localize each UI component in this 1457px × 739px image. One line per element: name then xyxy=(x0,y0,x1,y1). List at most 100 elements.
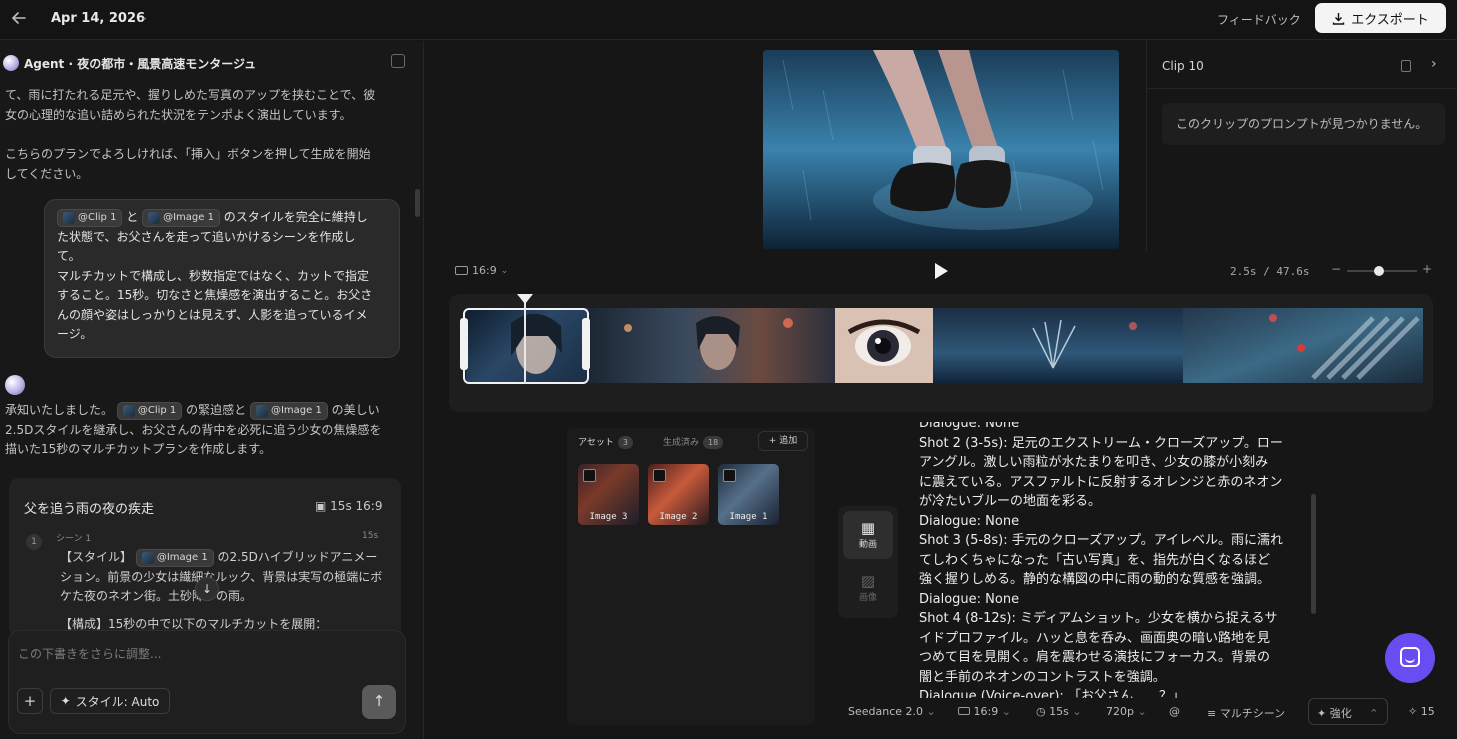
agent-orb-icon xyxy=(5,375,25,395)
play-button[interactable] xyxy=(933,262,949,280)
download-icon xyxy=(1332,12,1345,25)
agent-message: て、雨に打たれる足元や、握りしめた写真のアップを挟むことで、彼 女の心理的な追い… xyxy=(5,88,376,122)
scrollbar[interactable] xyxy=(415,189,420,217)
aspect-select[interactable]: 16:9 ⌄ xyxy=(958,705,1011,718)
back-arrow-icon[interactable] xyxy=(10,9,32,31)
timeline-clip[interactable] xyxy=(835,308,933,383)
clip-chip[interactable]: @Clip 1 xyxy=(57,208,123,227)
assets-panel: アセット 3 生成済み 18 + 追加 Image 3 Image 2 Image … xyxy=(567,428,815,725)
prompt-line: アングル。激しい雨粒が水たまりを叩き、少女の膝が小刻み xyxy=(919,455,1269,470)
plan-meta: ▣ 15s 16:9 xyxy=(315,499,383,513)
tab-assets[interactable]: アセット 3 xyxy=(578,435,633,449)
plan-title: 父を追う雨の夜の疾走 xyxy=(24,502,155,517)
mode-selector: ▦ 動画 ▨ 画像 xyxy=(838,506,898,618)
clip-panel: Clip 10 › このクリップのプロンプトが見つかりません。 xyxy=(1146,41,1457,251)
playhead[interactable] xyxy=(524,294,526,384)
agent-title: Agent · 夜の都市・風景高速モンタージュ xyxy=(24,57,257,71)
timeline-clip[interactable] xyxy=(1183,308,1423,383)
timecode: 2.5s / 47.6s xyxy=(1230,265,1310,278)
agent-reply: 承知いたしました。 @Clip 1 の緊迫感と @Image 1 の美しい 2.… xyxy=(5,401,382,456)
user-message: @Clip 1 と @Image 1 のスタイルを完全に維持し た状態で、お父さ… xyxy=(44,199,400,358)
film-icon: ▣ xyxy=(315,499,327,513)
prompt-line: 強く握りしめる。静的な構図の中に雨の動的な質感を強調。 xyxy=(919,572,1271,587)
asset-thumbnail[interactable]: Image 1 xyxy=(718,464,779,525)
export-label: エクスポート xyxy=(1351,12,1429,28)
timeline-clip[interactable] xyxy=(588,308,835,383)
zoom-out-icon[interactable]: − xyxy=(1331,262,1341,276)
clip-title: Clip 10 xyxy=(1162,59,1204,73)
scene-description: 【スタイル】 @Image 1 の2.5Dハイブリッドアニメー ション。前景の少… xyxy=(60,548,383,631)
trim-handle-right[interactable] xyxy=(582,318,590,370)
asset-thumbnail[interactable]: Image 2 xyxy=(648,464,709,525)
prompt-line: Dialogue (Voice-over): 「お父さん……？」 xyxy=(919,689,1185,698)
duration-select[interactable]: ◷ 15s ⌄ xyxy=(1036,705,1082,718)
aspect-ratio-icon xyxy=(958,707,970,715)
image-thumb-icon xyxy=(141,551,154,564)
chevron-down-icon: ⌄ xyxy=(1137,705,1147,718)
trim-handle-left[interactable] xyxy=(460,318,468,370)
image-chip[interactable]: @Image 1 xyxy=(135,548,214,567)
add-attachment-button[interactable]: + xyxy=(17,688,43,714)
mention-button[interactable]: @ xyxy=(1169,705,1180,718)
film-icon: ▦ xyxy=(860,519,876,537)
prompt-line: Dialogue: None xyxy=(919,513,1020,529)
image-chip[interactable]: @Image 1 xyxy=(249,401,328,420)
mode-video-button[interactable]: ▦ 動画 xyxy=(843,511,893,559)
scrollbar[interactable] xyxy=(1311,494,1316,614)
export-button[interactable]: エクスポート xyxy=(1315,3,1446,33)
video-preview[interactable] xyxy=(763,50,1119,249)
support-chat-button[interactable] xyxy=(1385,633,1435,683)
multi-scene-toggle[interactable]: ≡ マルチシーン xyxy=(1207,705,1285,721)
prompt-text[interactable]: Dialogue: None Shot 2 (3-5s): 足元のエクストリーム・… xyxy=(919,422,1299,698)
prompt-line: Dialogue: None xyxy=(919,422,1020,431)
chevron-down-icon: ⌄ xyxy=(1001,705,1011,718)
zoom-knob[interactable] xyxy=(1373,266,1384,276)
scene-duration: 15s xyxy=(362,531,379,541)
feedback-link[interactable]: フィードバック xyxy=(1217,11,1301,28)
aspect-ratio-select[interactable]: 16:9 ⌄ xyxy=(455,264,508,277)
timeline-clip[interactable] xyxy=(933,308,1183,383)
prompt-line: Dialogue: None xyxy=(919,591,1020,607)
tab-generated[interactable]: 生成済み 18 xyxy=(663,435,724,449)
image-thumb-icon xyxy=(255,404,268,417)
sparkle-icon: ✧ xyxy=(1408,705,1418,718)
zoom-in-icon[interactable]: + xyxy=(1422,262,1432,276)
model-select[interactable]: Seedance 2.0 ⌄ xyxy=(848,705,936,718)
image-icon: ▨ xyxy=(860,572,876,590)
scroll-down-button[interactable]: ↓ xyxy=(195,577,219,601)
clip-chip[interactable]: @Clip 1 xyxy=(116,401,183,420)
top-bar: Apr 14, 2026 ⌄ フィードバック エクスポート xyxy=(0,0,1457,40)
resolution-select[interactable]: 720p ⌄ xyxy=(1106,705,1147,718)
prompt-line: イドプロファイル。ハッと息を呑み、画面奥の暗い路地を見 xyxy=(919,630,1271,646)
magic-wand-icon: ✦ xyxy=(1317,707,1327,720)
chevron-right-icon[interactable]: › xyxy=(1431,56,1437,72)
mode-image-button[interactable]: ▨ 画像 xyxy=(843,564,893,612)
selected-clip-frame[interactable] xyxy=(463,308,589,384)
style-button[interactable]: ✦ スタイル: Auto xyxy=(50,688,170,714)
zoom-slider[interactable]: − + xyxy=(1331,262,1432,278)
image-chip[interactable]: @Image 1 xyxy=(142,208,220,227)
enhance-label[interactable]: ✦ 強化 ⌃ xyxy=(1317,705,1378,721)
project-date[interactable]: Apr 14, 2026 xyxy=(51,11,145,26)
image-type-icon xyxy=(723,469,736,482)
prompt-line: Shot 3 (5-8s): 手元のクローズアップ。アイレベル。雨に濡れ xyxy=(919,533,1284,548)
chevron-up-icon: ⌃ xyxy=(1369,707,1379,720)
magic-wand-icon: ✦ xyxy=(60,694,71,708)
composer-input[interactable]: この下書きをさらに調整... xyxy=(18,645,161,662)
composer: この下書きをさらに調整... + ✦ スタイル: Auto ↑ xyxy=(8,630,406,734)
collapse-panel-icon[interactable] xyxy=(391,54,405,68)
asset-thumbnail[interactable]: Image 3 xyxy=(578,464,639,525)
add-asset-button[interactable]: + 追加 xyxy=(758,431,808,451)
prompt-editor[interactable]: Dialogue: None Shot 2 (3-5s): 足元のエクストリーム・… xyxy=(908,422,1310,698)
image-type-icon xyxy=(653,469,666,482)
generation-toolbar: Seedance 2.0 ⌄ 16:9 ⌄ ◷ 15s ⌄ 720p ⌄ @ ≡… xyxy=(840,698,1457,726)
copy-icon[interactable] xyxy=(1401,60,1411,72)
agent-orb-icon xyxy=(3,55,19,71)
chevron-down-icon[interactable]: ⌄ xyxy=(140,12,148,23)
prompt-line: Shot 4 (8-12s): ミディアムショット。少女を横から捉えるサ xyxy=(919,611,1278,626)
chevron-down-icon: ⌄ xyxy=(1072,705,1082,718)
send-button[interactable]: ↑ xyxy=(362,685,396,719)
playhead-marker-icon[interactable] xyxy=(517,294,533,304)
credits-counter: ✧ 15 xyxy=(1408,705,1435,718)
agent-header: Agent · 夜の都市・風景高速モンタージュ xyxy=(0,51,424,73)
